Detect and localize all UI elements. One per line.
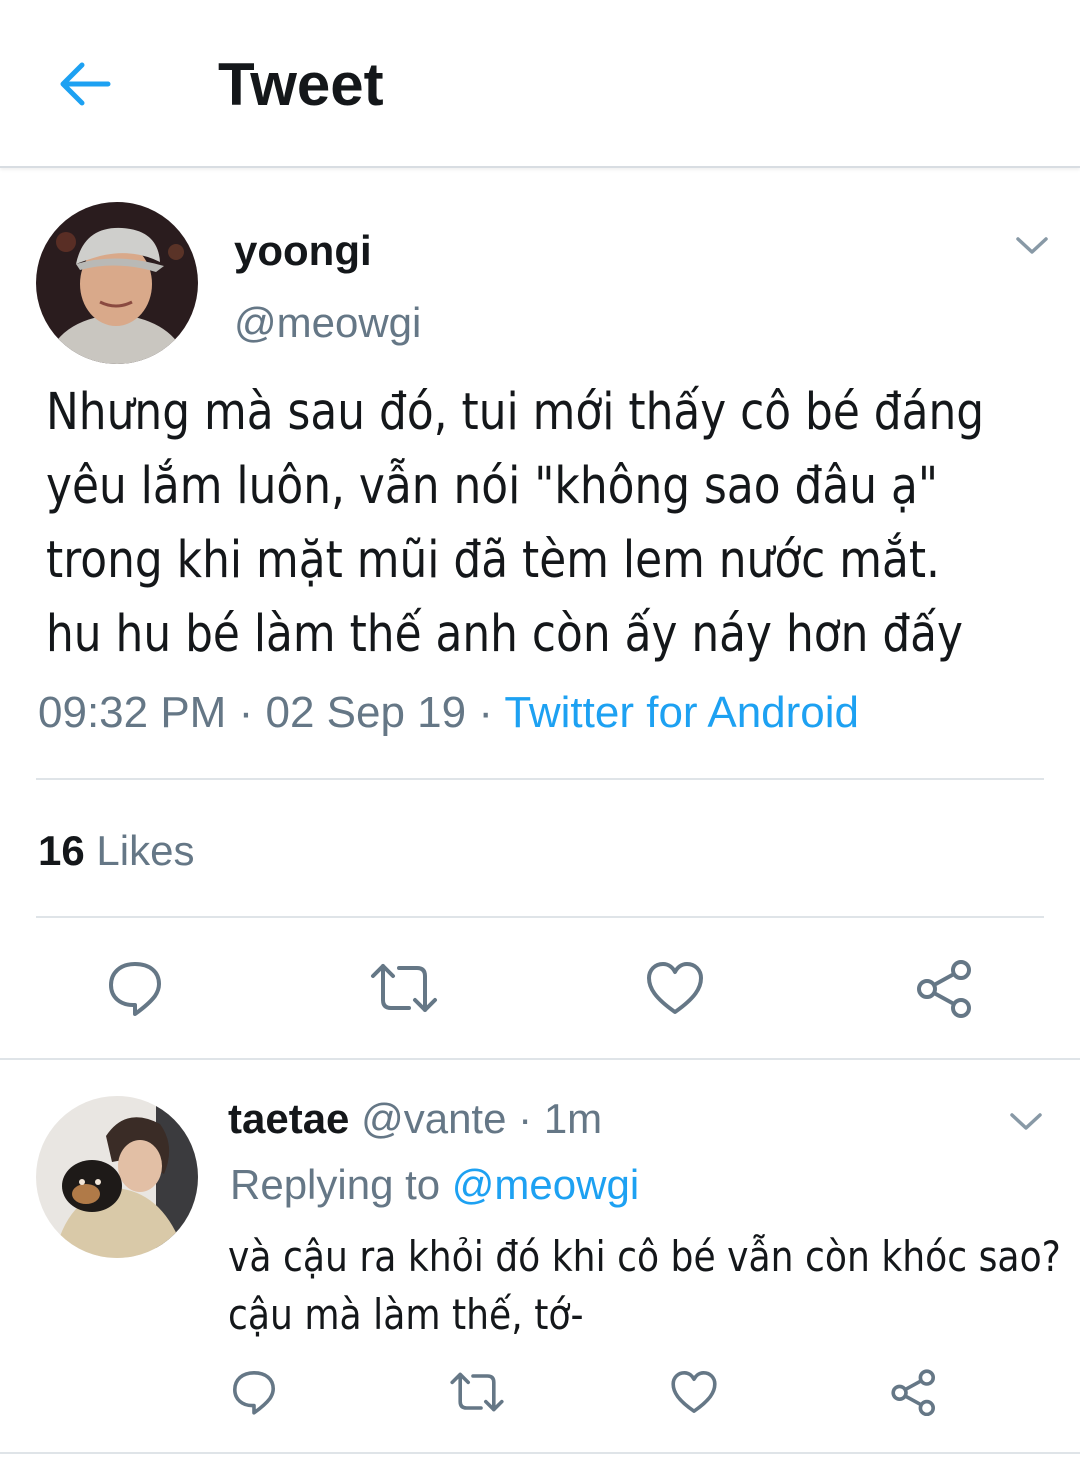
reply-menu-button[interactable] [1006,1102,1046,1142]
page-title: Tweet [218,51,384,118]
reply-text-line: và cậu ra khỏi đó khi cô bé vẫn còn khóc… [228,1232,1061,1281]
share-icon [917,960,971,1018]
reply-retweet-button[interactable] [446,1364,508,1420]
share-button[interactable] [910,956,980,1020]
reply-button[interactable] [100,956,170,1020]
retweet-button[interactable] [366,956,442,1020]
tweet-source-link[interactable]: Twitter for Android [504,688,859,737]
tweet-text-line: hu hu bé làm thế anh còn ấy náy hơn đấy [46,605,964,664]
section-divider [0,1058,1080,1060]
author-handle[interactable]: @meowgi [234,298,421,348]
tweet-meta: 09:32 PM · 02 Sep 19 · Twitter for Andro… [38,686,859,740]
tweet-text-line: trong khi mặt mũi đã tèm lem nước mắt. [46,531,940,590]
reply-share-button[interactable] [886,1364,942,1420]
reply-author-name[interactable]: taetae [228,1095,349,1142]
reply-text: và cậu ra khỏi đó khi cô bé vẫn còn khóc… [228,1228,1071,1344]
avatar-image [36,202,198,364]
share-icon [891,1369,935,1416]
retweet-icon [450,1372,504,1412]
replying-to-mention[interactable]: @meowgi [452,1161,639,1208]
replying-to-label: Replying to [230,1161,441,1208]
likes-label: Likes [96,827,195,874]
chevron-down-icon [1010,1113,1042,1130]
arrow-left-icon [60,62,111,106]
back-button[interactable] [52,52,116,116]
reply-author-handle[interactable]: @vante [361,1095,506,1142]
tweet-time: 09:32 PM [38,688,227,737]
tweet-text-line: yêu lắm luôn, vẫn nói "không sao đâu ạ" [46,457,939,516]
chevron-down-icon [1016,237,1048,254]
replying-to: Replying to @meowgi [230,1160,639,1210]
author-name[interactable]: yoongi [234,226,372,276]
avatar-image [36,1096,198,1258]
section-divider [0,1452,1080,1454]
tweet-date: 02 Sep 19 [265,688,467,737]
reply-reply-button[interactable] [226,1364,282,1420]
likes-count: 16 [38,827,85,874]
meta-separator: · [478,688,493,737]
reply-time: 1m [543,1095,603,1142]
tweet-menu-button[interactable] [1012,226,1052,266]
reply-like-button[interactable] [666,1364,722,1420]
like-icon [671,1371,717,1413]
tweet-text: Nhưng mà sau đó, tui mới thấy cô bé đáng… [46,376,1052,672]
reply-avatar[interactable] [36,1096,198,1258]
meta-separator: · [238,688,254,737]
reply-text-line: cậu mà làm thế, tớ- [228,1290,584,1339]
avatar[interactable] [36,202,198,364]
meta-separator: · [518,1095,533,1142]
tweet-text-line: Nhưng mà sau đó, tui mới thấy cô bé đáng [46,383,985,442]
likes-count-row[interactable]: 16 Likes [38,826,194,876]
retweet-icon [371,964,437,1012]
reply-icon [233,1371,275,1415]
app-header: Tweet [0,0,1080,168]
reply-icon [109,962,161,1016]
divider [36,916,1044,918]
like-icon [647,962,703,1014]
like-button[interactable] [640,956,710,1020]
divider [36,778,1044,780]
reply-header: taetae @vante · 1m [228,1094,602,1144]
